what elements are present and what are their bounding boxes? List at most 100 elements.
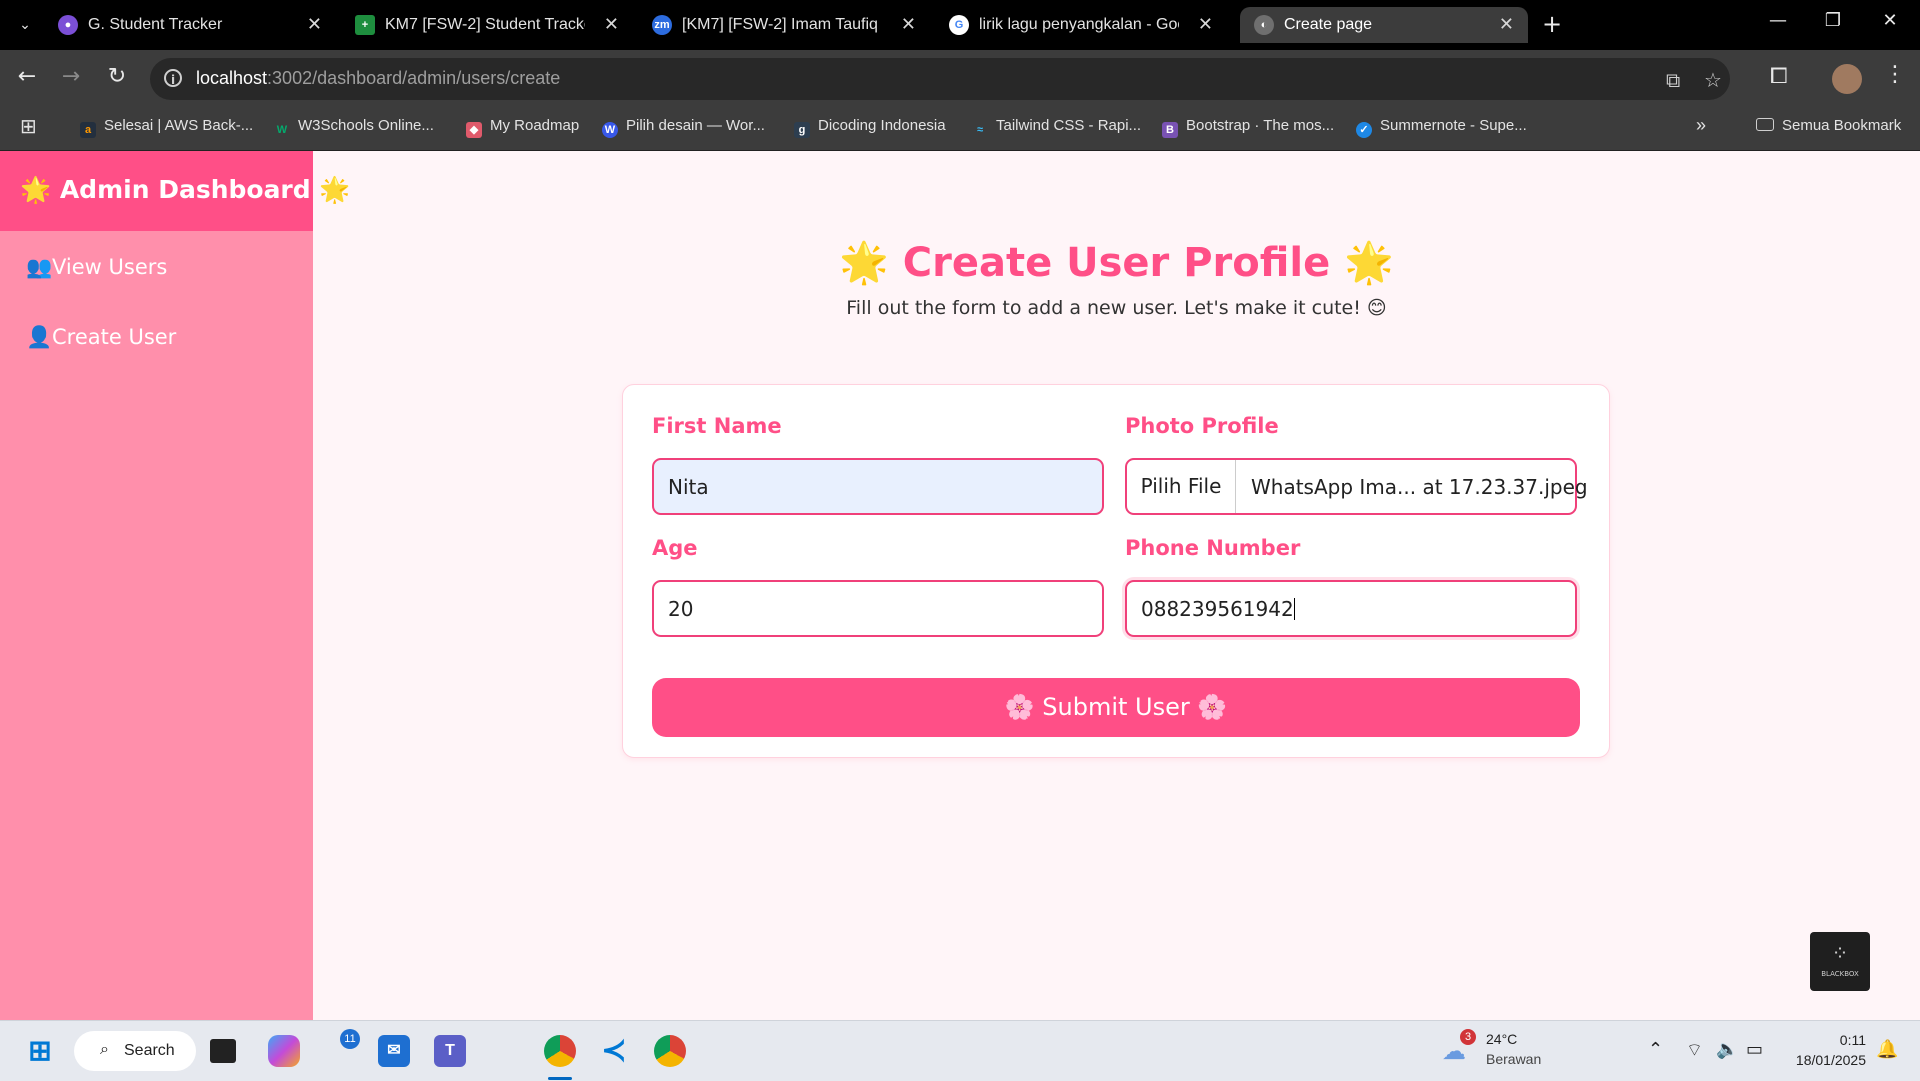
photo-profile-label: Photo Profile: [1125, 414, 1279, 438]
menu-icon[interactable]: ⋮: [1884, 62, 1906, 87]
forward-icon[interactable]: →: [56, 64, 86, 89]
bookmark-bootstrap[interactable]: B Bootstrap · The mos...: [1162, 117, 1334, 138]
bookmark-label: Dicoding Indonesia: [818, 117, 946, 134]
bookmarks-bar: ⊞ a Selesai | AWS Back-... W W3Schools Onl…: [0, 108, 1920, 151]
temperature: 24°C: [1486, 1031, 1518, 1047]
windows-start-icon[interactable]: ⊞: [24, 1035, 56, 1067]
create-user-form: First Name Nita Photo Profile Pilih File…: [622, 384, 1610, 758]
close-window-icon[interactable]: ✕: [1870, 10, 1910, 31]
sidebar-item-view-users[interactable]: 👥View Users: [26, 255, 167, 280]
user-plus-icon: 👤: [26, 325, 53, 349]
bookmark-dicoding[interactable]: g Dicoding Indonesia: [794, 117, 946, 138]
brand-header: 🌟 Admin Dashboard 🌟: [0, 151, 351, 231]
translate-icon[interactable]: ⧉: [1666, 68, 1680, 92]
copilot-icon[interactable]: [268, 1035, 300, 1067]
windows-taskbar: ⊞ ⌕ Search ✉ 11 T ≺ ☁ 3 24°C Berawan ⌃ ⌔…: [0, 1020, 1920, 1081]
task-view-icon[interactable]: [210, 1039, 236, 1063]
blackbox-label: BLACKBOX: [1821, 970, 1859, 978]
tab-search-dropdown-icon[interactable]: ⌄: [14, 12, 36, 38]
bookmark-label: Tailwind CSS - Rapi...: [996, 117, 1142, 134]
close-icon[interactable]: ✕: [901, 14, 916, 35]
reload-icon[interactable]: ↻: [102, 64, 132, 89]
bookmark-label: My Roadmap: [490, 117, 580, 134]
globe-icon: ◐: [1254, 15, 1274, 35]
sidebar-item-label: Create User: [52, 325, 177, 349]
chrome-profile-icon[interactable]: [654, 1035, 686, 1067]
bookmark-summernote[interactable]: ✓ Summernote - Supe...: [1356, 117, 1527, 138]
choose-file-button[interactable]: Pilih File: [1127, 460, 1236, 513]
first-name-input[interactable]: Nita: [652, 458, 1104, 515]
main-content: 🌟 Create User Profile 🌟 Fill out the for…: [313, 151, 1920, 1020]
bookmark-label: Semua Bookmark: [1782, 117, 1902, 134]
bookmark-w3schools[interactable]: W W3Schools Online...: [274, 117, 434, 138]
restore-icon[interactable]: ❐: [1813, 10, 1853, 31]
apps-grid-icon[interactable]: ⊞: [20, 114, 37, 139]
new-tab-icon[interactable]: +: [1542, 10, 1562, 38]
more-bookmarks-icon[interactable]: »: [1696, 115, 1706, 136]
url-input[interactable]: i localhost:3002/dashboard/admin/users/c…: [150, 58, 1730, 100]
tab-create-page[interactable]: ◐ Create page ✕: [1240, 7, 1528, 43]
vscode-icon[interactable]: ≺: [598, 1035, 630, 1067]
chrome-icon[interactable]: [544, 1035, 576, 1067]
close-icon[interactable]: ✕: [604, 14, 619, 35]
tab-km7-sheet[interactable]: + KM7 [FSW-2] Student Tracker - ✕: [341, 7, 633, 43]
bookmark-label: Pilih desain — Wor...: [626, 117, 765, 134]
bookmark-aws[interactable]: a Selesai | AWS Back-...: [80, 117, 253, 138]
age-input[interactable]: 20: [652, 580, 1104, 637]
bookmark-label: W3Schools Online...: [298, 117, 434, 134]
sidebar-item-create-user[interactable]: 👤Create User: [26, 325, 176, 350]
age-value: 20: [668, 597, 694, 621]
bootstrap-icon: B: [1162, 122, 1178, 138]
dicoding-icon: g: [794, 122, 810, 138]
tab-google-search[interactable]: G lirik lagu penyangkalan - Googl ✕: [935, 7, 1227, 43]
browser-tab-bar: ⌄ ● G. Student Tracker ✕ + KM7 [FSW-2] S…: [0, 0, 1920, 50]
bookmark-roadmap[interactable]: ◆ My Roadmap: [466, 117, 579, 138]
close-icon[interactable]: ✕: [1499, 14, 1514, 35]
back-icon[interactable]: ←: [12, 64, 42, 89]
close-icon[interactable]: ✕: [307, 14, 322, 35]
submit-user-button[interactable]: 🌸 Submit User 🌸: [652, 678, 1580, 737]
bookmark-star-icon[interactable]: ☆: [1704, 68, 1722, 92]
chevron-up-icon[interactable]: ⌃: [1648, 1039, 1663, 1060]
phone-number-input[interactable]: 088239561942: [1125, 580, 1577, 637]
zoom-icon: zm: [652, 15, 672, 35]
sheets-icon: +: [355, 15, 375, 35]
page-title: 🌟 Create User Profile 🌟: [839, 240, 1394, 286]
phone-number-value: 088239561942: [1141, 597, 1294, 621]
site-info-icon[interactable]: i: [164, 69, 182, 87]
teams-icon[interactable]: T: [434, 1035, 466, 1067]
first-name-value: Nita: [668, 475, 709, 499]
clock[interactable]: 0:11 18/01/2025: [1786, 1032, 1866, 1068]
extensions-icon[interactable]: ⧠: [1770, 64, 1788, 89]
minimize-icon[interactable]: —: [1758, 10, 1798, 31]
wifi-icon[interactable]: ⌔: [1686, 1039, 1703, 1062]
profile-avatar[interactable]: [1832, 64, 1862, 94]
battery-icon[interactable]: ▭: [1746, 1039, 1763, 1060]
url-text: localhost:3002/dashboard/admin/users/cre…: [196, 68, 560, 89]
blackbox-extension-button[interactable]: ⁘ BLACKBOX: [1810, 932, 1870, 991]
clock-date: 18/01/2025: [1795, 1052, 1866, 1068]
tab-title: [KM7] [FSW-2] Imam Taufiq Her: [682, 16, 882, 33]
mail-icon[interactable]: ✉: [378, 1035, 410, 1067]
bookmark-wordpress[interactable]: W Pilih desain — Wor...: [602, 117, 765, 138]
tab-zoom[interactable]: zm [KM7] [FSW-2] Imam Taufiq Her ✕: [638, 7, 930, 43]
page-subtitle: Fill out the form to add a new user. Let…: [846, 297, 1387, 319]
selected-file-name: WhatsApp Ima... at 17.23.37.jpeg: [1251, 475, 1588, 499]
all-bookmarks-folder[interactable]: Semua Bookmark: [1756, 117, 1901, 134]
tailwind-icon: ≈: [976, 124, 984, 136]
bookmark-label: Selesai | AWS Back-...: [104, 117, 254, 134]
address-bar-row: ← → ↻ i localhost:3002/dashboard/admin/u…: [0, 50, 1920, 108]
tab-student-tracker[interactable]: ● G. Student Tracker ✕: [44, 7, 336, 43]
notification-bell-icon[interactable]: 🔔: [1876, 1039, 1898, 1060]
taskbar-search[interactable]: ⌕ Search: [74, 1031, 196, 1071]
photo-file-input[interactable]: Pilih File WhatsApp Ima... at 17.23.37.j…: [1125, 458, 1588, 515]
mail-badge: 11: [340, 1029, 360, 1049]
sidebar-item-label: View Users: [52, 255, 168, 279]
volume-icon[interactable]: 🔈: [1716, 1039, 1738, 1060]
google-icon: G: [949, 15, 969, 35]
summernote-icon: ✓: [1356, 122, 1372, 138]
tab-title: KM7 [FSW-2] Student Tracker -: [385, 16, 585, 33]
close-icon[interactable]: ✕: [1198, 14, 1213, 35]
weather-text: Berawan: [1486, 1051, 1542, 1067]
bookmark-tailwind[interactable]: ≈ Tailwind CSS - Rapi...: [972, 117, 1141, 138]
